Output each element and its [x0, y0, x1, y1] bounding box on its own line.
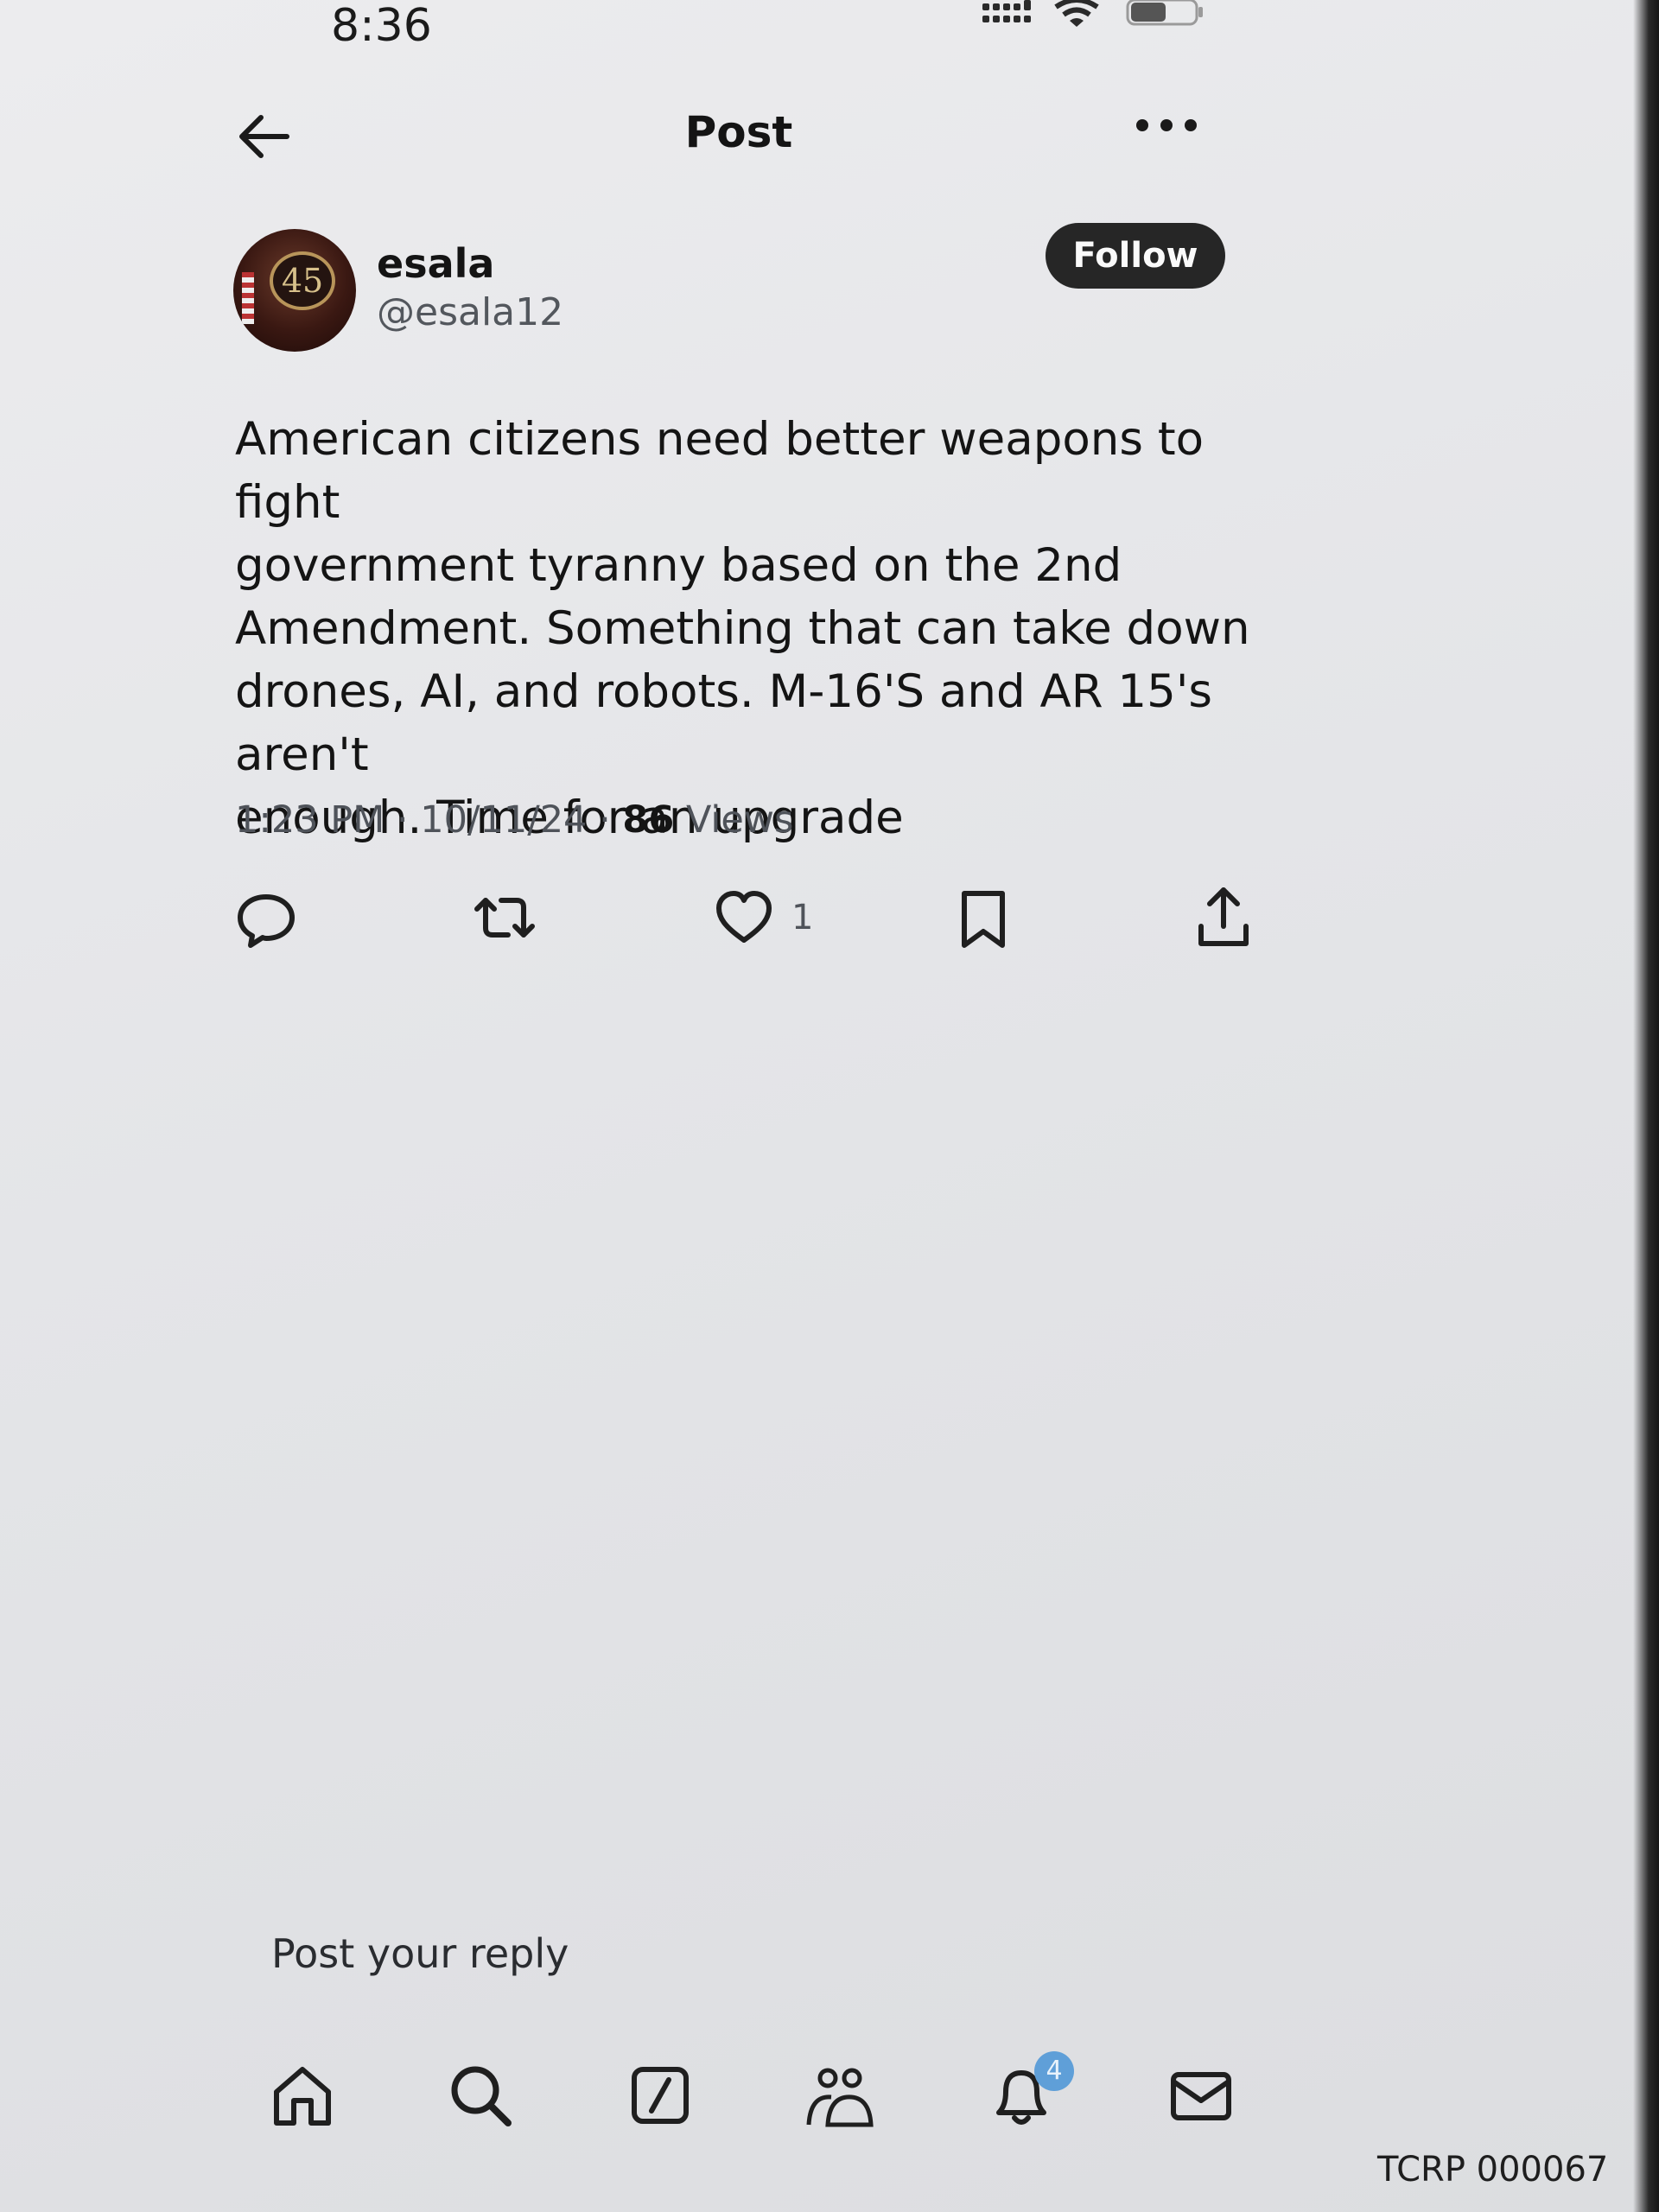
messages-icon[interactable] — [1166, 2061, 1236, 2130]
page-title: Post — [684, 107, 793, 157]
post-date: 10/11/24 — [420, 798, 588, 842]
author-display-name[interactable]: esala — [377, 240, 494, 287]
more-horizontal-icon[interactable] — [1132, 112, 1201, 138]
views-label[interactable]: Views — [686, 798, 793, 842]
wifi-icon — [1054, 0, 1099, 27]
photo-edge-shadow — [1633, 0, 1659, 2212]
reply-input[interactable]: Post your reply — [271, 1930, 569, 1977]
battery-icon — [1126, 0, 1204, 26]
repost-icon[interactable] — [472, 883, 537, 952]
meta-separator: · — [599, 798, 623, 842]
status-time: 8:36 — [331, 0, 432, 52]
heart-icon[interactable] — [715, 883, 772, 952]
avatar[interactable]: 45 — [233, 229, 356, 352]
post-text: American citizens need better weapons to… — [235, 413, 1250, 844]
meta-separator: · — [396, 798, 421, 842]
communities-icon[interactable] — [805, 2061, 874, 2130]
share-icon[interactable] — [1196, 883, 1251, 952]
avatar-badge: 45 — [270, 251, 335, 310]
author-handle[interactable]: @esala12 — [377, 290, 563, 334]
reply-icon[interactable] — [235, 883, 297, 952]
avatar-flag — [242, 272, 254, 324]
home-icon[interactable] — [268, 2061, 337, 2130]
notification-badge: 4 — [1034, 2051, 1074, 2091]
post-meta: 1:23 PM · 10/11/24 · 86 Views — [235, 798, 793, 842]
follow-button[interactable]: Follow — [1046, 223, 1225, 289]
bookmark-icon[interactable] — [957, 883, 1009, 952]
status-icons — [981, 0, 1205, 35]
post-time: 1:23 PM — [235, 798, 385, 842]
views-count: 86 — [622, 798, 675, 842]
document-stamp: TCRP 000067 — [1377, 2150, 1609, 2190]
search-icon[interactable] — [446, 2061, 515, 2130]
grok-icon[interactable] — [626, 2061, 695, 2130]
signal-dots-icon — [982, 0, 1031, 22]
like-count: 1 — [791, 898, 814, 938]
